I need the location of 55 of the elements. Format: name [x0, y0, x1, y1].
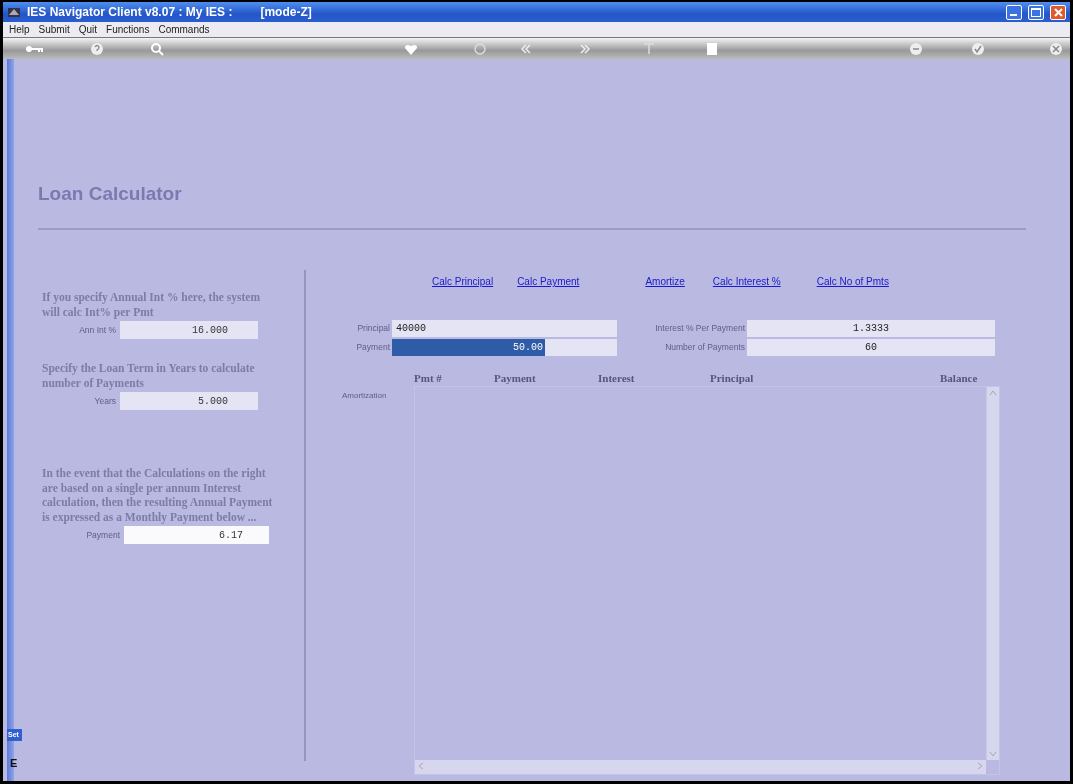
input-field[interactable]: 1.3333 [747, 320, 995, 337]
grid-label: Amortization [341, 390, 388, 402]
square-icon[interactable] [704, 40, 720, 57]
instruction-text: In the event that the Calculations on the right are based on a single per annum Interest calculation, then the resulting Annual Payment is expressed as a Monthly Payment below ... [42, 466, 274, 524]
instruction-text: Specify the Loan Term in Years to calculate number of Payments [42, 361, 256, 390]
selected-value: 50.00 [392, 339, 545, 356]
field-label: Interest % Per Payment [654, 322, 745, 335]
close-icon[interactable] [1048, 40, 1064, 57]
horizontal-scrollbar[interactable] [415, 760, 986, 774]
column-header: Principal [710, 371, 755, 386]
help-icon[interactable] [89, 40, 105, 57]
menu-item[interactable]: Help [9, 22, 30, 37]
maximize-button[interactable] [1028, 4, 1044, 20]
minimize-button[interactable] [1006, 4, 1022, 20]
text-icon[interactable] [641, 40, 657, 57]
field-label: Number of Payments [664, 341, 745, 354]
action-link[interactable]: Calc No of Pmts [816, 274, 889, 290]
field-label: Years [93, 394, 116, 408]
close-icon [1053, 7, 1063, 17]
side-letter: E [10, 755, 18, 771]
column-header: Interest [598, 371, 636, 386]
page-title: Loan Calculator [38, 182, 183, 206]
column-header: Payment [494, 371, 537, 386]
window-title: IES Navigator Client v8.07 : My IES : [27, 4, 233, 21]
circle-icon[interactable] [472, 40, 488, 57]
input-field[interactable]: 60 [747, 339, 995, 356]
field-label: Principal [356, 322, 390, 335]
mode-label: [mode-Z] [260, 4, 312, 21]
field-label: Payment [355, 341, 390, 354]
search-icon[interactable] [149, 40, 165, 57]
menu-item[interactable]: Functions [106, 22, 150, 37]
field-label: Payment [85, 528, 120, 542]
vertical-scrollbar[interactable] [986, 387, 999, 760]
menu-item[interactable]: Submit [38, 22, 70, 37]
action-link[interactable]: Amortize [645, 274, 685, 290]
action-link[interactable]: Calc Interest % [712, 274, 781, 290]
input-field[interactable]: 5.000 [120, 392, 258, 410]
field-value: 40000 [395, 322, 427, 336]
app-icon [7, 6, 21, 18]
field-label: Ann Int % [78, 323, 116, 337]
input-field[interactable]: 40000 [392, 320, 617, 337]
input-field[interactable]: 6.17 [124, 526, 269, 544]
check-icon[interactable] [970, 40, 986, 57]
action-link[interactable]: Calc Principal [432, 274, 494, 290]
menu-item[interactable]: Commands [158, 22, 210, 37]
minus-circle-icon[interactable] [908, 40, 924, 57]
input-field[interactable]: 50.00 [392, 339, 617, 356]
maximize-icon [1031, 7, 1041, 17]
menu-item[interactable]: Quit [78, 22, 98, 37]
instruction-text: If you specify Annual Int % here, the system will calc Int% per Pmt [42, 290, 261, 319]
action-link[interactable]: Calc Payment [517, 274, 580, 290]
close-button[interactable] [1050, 4, 1066, 20]
column-header: Pmt # [414, 371, 443, 386]
column-header: Balance [940, 371, 979, 386]
input-field[interactable]: 16.000 [120, 321, 258, 339]
